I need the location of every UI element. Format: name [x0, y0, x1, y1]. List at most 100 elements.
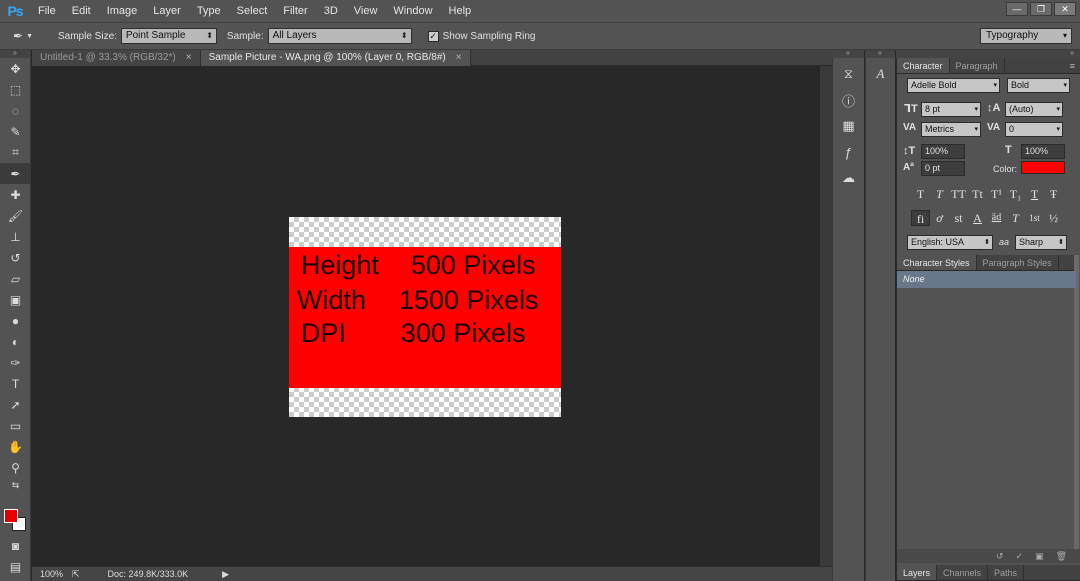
- marquee-tool-icon[interactable]: ⬚: [0, 79, 31, 100]
- eyedropper-tool-icon[interactable]: ✒: [0, 163, 31, 184]
- leading-field[interactable]: (Auto) ▾: [1005, 102, 1063, 117]
- dodge-tool-icon[interactable]: ◐: [0, 331, 31, 352]
- ligatures-button[interactable]: fi: [911, 210, 930, 226]
- screen-mode-icon[interactable]: ▤: [0, 556, 31, 577]
- panel-collapse-bar[interactable]: »: [0, 50, 30, 58]
- shape-tool-icon[interactable]: ▭: [0, 415, 31, 436]
- superscript-button[interactable]: T¹: [987, 186, 1006, 202]
- tab-paragraph[interactable]: Paragraph: [950, 58, 1005, 73]
- tab-paragraph-styles[interactable]: Paragraph Styles: [977, 255, 1059, 270]
- text-color-swatch[interactable]: [1021, 161, 1065, 174]
- pen-tool-icon[interactable]: ✑: [0, 352, 31, 373]
- tab-sample-picture[interactable]: Sample Picture - WA.png @ 100% (Layer 0,…: [200, 50, 471, 66]
- faux-italic-button[interactable]: T: [930, 186, 949, 202]
- font-family-select[interactable]: Adelle Bold ▾: [907, 78, 1000, 93]
- horizontal-scale-field[interactable]: 100%: [1021, 144, 1065, 159]
- gradient-tool-icon[interactable]: ▣: [0, 289, 31, 310]
- path-select-tool-icon[interactable]: ➚: [0, 394, 31, 415]
- tracking-field[interactable]: 0 ▾: [1005, 122, 1063, 137]
- healing-brush-tool-icon[interactable]: ✚: [0, 184, 31, 205]
- small-caps-button[interactable]: Tt: [968, 186, 987, 202]
- minimize-button[interactable]: —: [1006, 2, 1028, 16]
- adjustments-icon[interactable]: ƒ: [839, 142, 859, 162]
- discretionary-ligatures-button[interactable]: st: [949, 210, 968, 226]
- menu-type[interactable]: Type: [189, 0, 229, 22]
- status-menu-arrow-icon[interactable]: ▶: [222, 569, 229, 580]
- subscript-button[interactable]: T₁: [1006, 186, 1025, 202]
- strikethrough-button[interactable]: Ŧ: [1044, 186, 1063, 202]
- menu-layer[interactable]: Layer: [145, 0, 189, 22]
- tab-channels[interactable]: Channels: [937, 565, 989, 580]
- menu-view[interactable]: View: [346, 0, 386, 22]
- restore-button[interactable]: ❐: [1030, 2, 1052, 16]
- menu-file[interactable]: File: [30, 0, 64, 22]
- new-style-icon[interactable]: ▣: [1035, 551, 1044, 562]
- redefine-style-icon[interactable]: ✓: [1016, 551, 1024, 562]
- panel-menu-icon[interactable]: ≡: [1070, 58, 1080, 73]
- close-button[interactable]: ✕: [1054, 2, 1076, 16]
- menu-image[interactable]: Image: [99, 0, 146, 22]
- kerning-field[interactable]: Metrics ▾: [921, 122, 981, 137]
- old-style-button[interactable]: ơ: [930, 210, 949, 226]
- document-image[interactable]: Height 500 Pixels Width 1500 Pixels DPI …: [289, 217, 561, 417]
- creative-cloud-icon[interactable]: ☁: [839, 168, 859, 188]
- vertical-scale-field[interactable]: 100%: [921, 144, 965, 159]
- font-style-select[interactable]: Bold ▾: [1007, 78, 1070, 93]
- stylistic-alternates-button[interactable]: ād: [987, 210, 1006, 226]
- menu-filter[interactable]: Filter: [275, 0, 315, 22]
- panel-collapse-bar[interactable]: »: [896, 50, 1080, 58]
- fractions-button[interactable]: ½: [1044, 210, 1063, 226]
- move-tool-icon[interactable]: ✥: [0, 58, 31, 79]
- history-brush-tool-icon[interactable]: ↺: [0, 247, 31, 268]
- tab-character-styles[interactable]: Character Styles: [897, 255, 977, 270]
- tab-layers[interactable]: Layers: [897, 565, 938, 580]
- grid-icon[interactable]: ▦: [839, 116, 859, 136]
- close-icon[interactable]: ×: [456, 50, 462, 66]
- canvas-vertical-scrollbar[interactable]: [820, 66, 832, 566]
- lasso-tool-icon[interactable]: ◌: [0, 100, 31, 121]
- language-select[interactable]: English: USA ⬍: [907, 235, 993, 250]
- quick-select-tool-icon[interactable]: ✎: [0, 121, 31, 142]
- stamp-tool-icon[interactable]: ⊥: [0, 226, 31, 247]
- crop-tool-icon[interactable]: ⌗: [0, 142, 31, 163]
- tool-preset-picker[interactable]: ✒ ▼: [0, 29, 46, 43]
- blur-tool-icon[interactable]: ●: [0, 310, 31, 331]
- panel-collapse-bar[interactable]: «: [865, 50, 895, 58]
- trash-icon[interactable]: 🗑: [1056, 551, 1067, 562]
- baseline-shift-field[interactable]: 0 pt: [921, 161, 965, 176]
- menu-select[interactable]: Select: [229, 0, 276, 22]
- panel-scrollbar[interactable]: [1074, 255, 1079, 555]
- sample-size-select[interactable]: Point Sample ⬍: [120, 28, 217, 44]
- brush-tool-icon[interactable]: 🖌: [0, 205, 31, 226]
- show-sampling-ring-checkbox[interactable]: ✓: [427, 30, 439, 42]
- history-icon[interactable]: ⧖: [839, 64, 859, 84]
- close-icon[interactable]: ×: [186, 50, 192, 66]
- export-icon[interactable]: ⇱: [72, 569, 80, 580]
- hand-tool-icon[interactable]: ✋: [0, 436, 31, 457]
- underline-button[interactable]: T: [1025, 186, 1044, 202]
- menu-edit[interactable]: Edit: [64, 0, 99, 22]
- workspace-select[interactable]: Typography ▾: [980, 28, 1072, 44]
- glyphs-icon[interactable]: A: [871, 64, 891, 84]
- font-size-field[interactable]: 8 pt ▾: [921, 102, 981, 117]
- foreground-color-swatch[interactable]: [4, 509, 18, 523]
- tab-paths[interactable]: Paths: [988, 565, 1025, 580]
- swash-button[interactable]: A: [968, 210, 987, 226]
- quick-mask-icon[interactable]: ◙: [0, 535, 31, 556]
- type-tool-icon[interactable]: T: [0, 373, 31, 394]
- menu-window[interactable]: Window: [385, 0, 440, 22]
- sample-select[interactable]: All Layers ⬍: [267, 28, 412, 44]
- eraser-tool-icon[interactable]: ▱: [0, 268, 31, 289]
- panel-collapse-bar[interactable]: «: [832, 50, 864, 58]
- zoom-level[interactable]: 100%: [32, 569, 66, 579]
- menu-3d[interactable]: 3D: [316, 0, 346, 22]
- ordinals-button[interactable]: 1st: [1025, 210, 1044, 226]
- zoom-tool-icon[interactable]: ⚲: [0, 457, 31, 478]
- clear-override-icon[interactable]: ↺: [996, 551, 1004, 562]
- style-item-none[interactable]: None: [897, 271, 1076, 288]
- info-icon[interactable]: ⓘ: [839, 90, 859, 110]
- tab-character[interactable]: Character: [897, 58, 950, 73]
- menu-help[interactable]: Help: [441, 0, 480, 22]
- titling-alternates-button[interactable]: T: [1006, 210, 1025, 226]
- antialias-select[interactable]: Sharp ⬍: [1015, 235, 1067, 250]
